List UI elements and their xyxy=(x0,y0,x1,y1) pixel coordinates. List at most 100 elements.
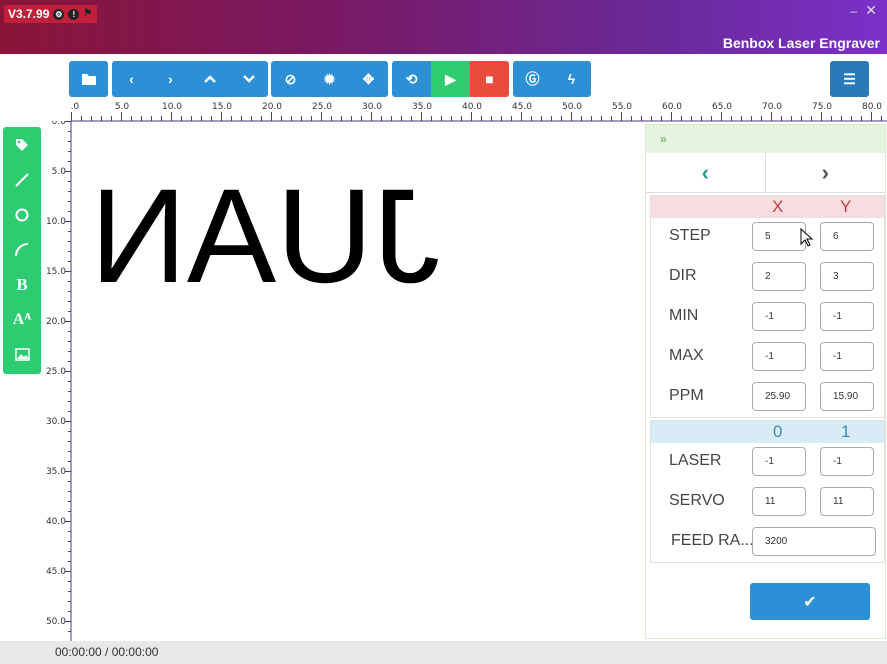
min-y-field[interactable]: -1 xyxy=(820,302,874,331)
bold-text-icon[interactable]: B xyxy=(3,267,41,302)
arc-icon[interactable] xyxy=(3,232,41,267)
run-group: ⟲ ▶ ■ xyxy=(392,61,509,97)
top-ruler: 0.0 5.0 10.0 15.0 20.0 25.0 30.0 35.0 40.0 45.0 50… xyxy=(65,98,887,122)
ppm-y-field[interactable]: 15.90 xyxy=(820,382,874,411)
ruler-label: 60.0 xyxy=(662,102,682,112)
row-label: PPM xyxy=(669,387,704,404)
tab-next[interactable]: › xyxy=(766,153,886,192)
ruler-label: 40.0 xyxy=(46,517,66,527)
ppm-x-field[interactable]: 25.90 xyxy=(752,382,806,411)
ruler-label: 50.0 xyxy=(46,617,66,627)
left-ruler-ticks: 0.0 5.0 10.0 15.0 20.0 25.0 30.0 35.0 40.0 45.0 50… xyxy=(46,117,72,642)
ruler-label: 65.0 xyxy=(712,102,732,112)
laser-0-field[interactable]: -1 xyxy=(752,447,806,476)
confirm-button[interactable]: ✔ xyxy=(750,583,870,620)
ruler-label: 15.0 xyxy=(212,102,232,112)
axis-y-label: Y xyxy=(840,197,852,216)
font-size-icon[interactable]: Aᴬ xyxy=(3,302,41,337)
feed-rate-field[interactable]: 3200 xyxy=(752,527,876,556)
line-icon[interactable] xyxy=(3,162,41,197)
row-dir: DIR 2 3 xyxy=(651,262,886,292)
ruler-label: 80.0 xyxy=(862,102,882,112)
ruler-label: 55.0 xyxy=(612,102,632,112)
ruler-label: 5.0 xyxy=(52,167,67,177)
ruler-label: 0.0 xyxy=(71,102,79,112)
canvas-text: JUAN xyxy=(90,162,440,311)
move-group: ‹ › xyxy=(112,61,268,97)
play-icon[interactable]: ▶ xyxy=(431,61,470,97)
panel-collapse-toggle[interactable]: » xyxy=(646,125,885,153)
ruler-label: 45.0 xyxy=(46,567,66,577)
ruler-label: 20.0 xyxy=(46,317,66,327)
io-1-label: 1 xyxy=(841,422,851,441)
settings-icon[interactable]: ⚙ xyxy=(53,8,65,20)
hamburger-menu-icon[interactable]: ☰ xyxy=(830,61,869,97)
sun-icon[interactable]: ✹ xyxy=(310,61,349,97)
work-canvas[interactable]: JUAN xyxy=(72,122,644,640)
axis-section: X Y STEP 5 6 DIR 2 3 MIN -1 -1 MAX -1 -1… xyxy=(650,195,885,418)
ruler-label: 20.0 xyxy=(262,102,282,112)
max-x-field[interactable]: -1 xyxy=(752,342,806,371)
laser-1-field[interactable]: -1 xyxy=(820,447,874,476)
circle-icon[interactable] xyxy=(3,197,41,232)
loop-icon[interactable]: ⟲ xyxy=(392,61,431,97)
file-group xyxy=(69,61,108,97)
crosshair-icon[interactable]: ✥ xyxy=(349,61,388,97)
min-x-field[interactable]: -1 xyxy=(752,302,806,331)
row-label: STEP xyxy=(669,227,711,244)
gcode-group: Ⓖ ϟ xyxy=(513,61,591,97)
minimize-button[interactable]: – xyxy=(850,4,857,18)
max-y-field[interactable]: -1 xyxy=(820,342,874,371)
arrow-up-icon[interactable] xyxy=(190,61,229,97)
step-y-field[interactable]: 6 xyxy=(820,222,874,251)
row-laser: LASER -1 -1 xyxy=(651,447,886,477)
row-step: STEP 5 6 xyxy=(651,222,886,252)
ruler-label: 35.0 xyxy=(46,467,66,477)
step-x-field[interactable]: 5 xyxy=(752,222,806,251)
bolt-icon[interactable]: ϟ xyxy=(552,61,591,97)
close-button[interactable]: ✕ xyxy=(865,2,877,19)
dir-y-field[interactable]: 3 xyxy=(820,262,874,291)
row-label: FEED RA... xyxy=(671,532,754,549)
arrow-down-icon[interactable] xyxy=(229,61,268,97)
arrow-right-icon[interactable]: › xyxy=(151,61,190,97)
ban-icon[interactable]: ⊘ xyxy=(271,61,310,97)
mouse-cursor-icon xyxy=(800,228,814,247)
job-time: 00:00:00 / 00:00:00 xyxy=(55,645,159,659)
row-label: LASER xyxy=(669,452,722,469)
ruler-label: 25.0 xyxy=(312,102,332,112)
row-min: MIN -1 -1 xyxy=(651,302,886,332)
ruler-label: 10.0 xyxy=(46,217,66,227)
open-folder-icon[interactable] xyxy=(69,61,108,97)
io-header: 0 1 xyxy=(651,421,884,443)
settings-panel: » ‹ › X Y STEP 5 6 DIR 2 3 MIN -1 -1 MAX… xyxy=(645,124,886,639)
ruler-label: 70.0 xyxy=(762,102,782,112)
io-section: 0 1 LASER -1 -1 SERVO 11 11 FEED RA... 3… xyxy=(650,420,885,563)
flag-icon[interactable]: ⚑ xyxy=(83,9,93,19)
tab-prev[interactable]: ‹ xyxy=(646,153,766,192)
row-label: MAX xyxy=(669,347,704,364)
ruler-label: 10.0 xyxy=(162,102,182,112)
arrow-left-icon[interactable]: ‹ xyxy=(112,61,151,97)
ruler-label: 40.0 xyxy=(462,102,482,112)
version-badge: V3.7.99 ⚙ ! ⚑ xyxy=(4,5,98,23)
ruler-label: 0.0 xyxy=(52,121,67,127)
status-bar: 00:00:00 / 00:00:00 xyxy=(0,641,887,664)
g-code-icon[interactable]: Ⓖ xyxy=(513,61,552,97)
tools-group: ⊘ ✹ ✥ xyxy=(271,61,388,97)
servo-0-field[interactable]: 11 xyxy=(752,487,806,516)
engrave-text[interactable]: JUAN xyxy=(72,122,644,322)
ruler-label: 50.0 xyxy=(562,102,582,112)
tag-icon[interactable] xyxy=(3,127,41,162)
ruler-label: 30.0 xyxy=(46,417,66,427)
check-icon: ✔ xyxy=(803,593,817,611)
row-servo: SERVO 11 11 xyxy=(651,487,886,517)
axis-x-label: X xyxy=(772,197,784,216)
stop-icon[interactable]: ■ xyxy=(470,61,509,97)
io-0-label: 0 xyxy=(773,422,783,441)
dir-x-field[interactable]: 2 xyxy=(752,262,806,291)
servo-1-field[interactable]: 11 xyxy=(820,487,874,516)
ruler-label: 15.0 xyxy=(46,267,66,277)
image-icon[interactable] xyxy=(3,337,41,372)
info-icon[interactable]: ! xyxy=(68,8,80,20)
